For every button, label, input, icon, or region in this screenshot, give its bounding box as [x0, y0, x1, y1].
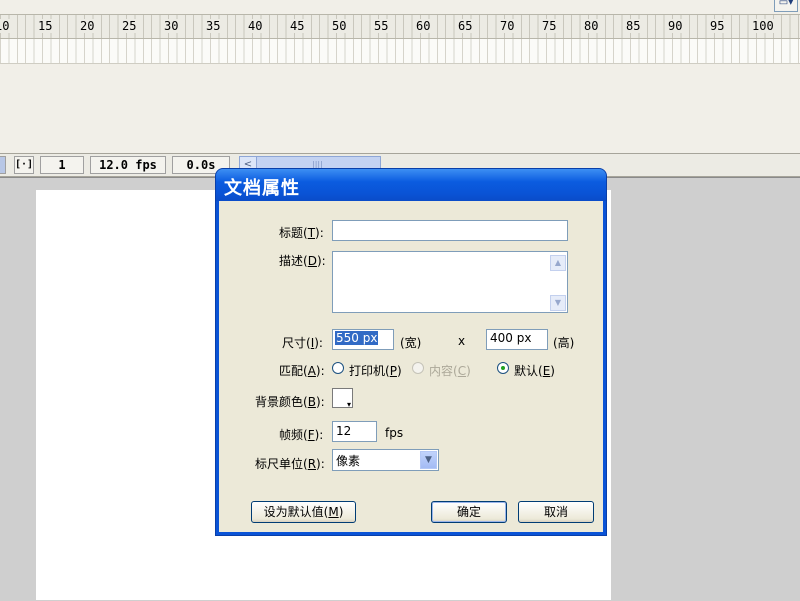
frame-track[interactable]: [0, 39, 800, 64]
framerate-label: 帧频(F):: [279, 428, 324, 442]
scroll-grip-icon: ||||: [312, 160, 323, 169]
timeline-panel: ▭▾ 10 15 20 25 30 35 40 45 50 55 60 65 7…: [0, 0, 800, 153]
scroll-down-icon[interactable]: ▼: [550, 295, 566, 311]
radio-default[interactable]: [497, 362, 509, 374]
height-input[interactable]: 400 px: [486, 329, 548, 350]
title-input[interactable]: [332, 220, 568, 241]
ruler-number: 60: [415, 19, 432, 33]
scroll-up-icon[interactable]: ▲: [550, 255, 566, 271]
ruler-number: 75: [541, 19, 558, 33]
ruler-number: 10: [0, 19, 11, 33]
bgcolor-label: 背景颜色(B):: [255, 395, 325, 409]
ruler-number: 45: [289, 19, 306, 33]
ruler-number: 40: [247, 19, 264, 33]
width-unit-label: (宽): [400, 336, 422, 350]
radio-default-label[interactable]: 默认(E): [514, 362, 555, 379]
ruler-number: 20: [79, 19, 96, 33]
description-label: 描述(D):: [279, 254, 326, 268]
radio-selected-dot: [501, 366, 505, 370]
title-label: 标题(T):: [279, 226, 324, 240]
description-textarea[interactable]: ▲ ▼: [332, 251, 568, 313]
ruler-number: 65: [457, 19, 474, 33]
radio-contents-label: 内容(C): [429, 364, 471, 378]
panel-menu-icon[interactable]: ▭▾: [774, 0, 798, 12]
ruler-number: 35: [205, 19, 222, 33]
ruler-number: 85: [625, 19, 642, 33]
cancel-button[interactable]: 取消: [518, 501, 594, 523]
ruler-number: 80: [583, 19, 600, 33]
ruler-number: 30: [163, 19, 180, 33]
document-properties-dialog: 文档属性 标题(T): 描述(D): ▲ ▼ 尺寸(I): 550 px (宽)…: [216, 169, 606, 535]
frame-ruler[interactable]: 10 15 20 25 30 35 40 45 50 55 60 65 70 7…: [0, 14, 800, 39]
dialog-titlebar[interactable]: 文档属性: [216, 169, 606, 201]
dropdown-arrow-icon: ▾: [346, 400, 351, 409]
ruler-number: 70: [499, 19, 516, 33]
ruler-number: 95: [709, 19, 726, 33]
radio-printer-label[interactable]: 打印机(P): [349, 362, 402, 379]
onion-skin-icon[interactable]: [·]: [14, 156, 34, 174]
current-frame: 1: [40, 156, 84, 174]
width-input[interactable]: 550 px: [332, 329, 394, 350]
ruler-units-label: 标尺单位(R):: [255, 457, 325, 471]
set-default-button[interactable]: 设为默认值(M): [251, 501, 356, 523]
ruler-number: 25: [121, 19, 138, 33]
radio-contents: [412, 362, 424, 374]
size-x-label: x: [458, 334, 466, 348]
framerate-unit: fps: [385, 426, 404, 440]
height-unit-label: (高): [553, 336, 575, 350]
chevron-down-icon[interactable]: ▼: [420, 451, 437, 469]
dialog-body: 标题(T): 描述(D): ▲ ▼ 尺寸(I): 550 px (宽) x 40…: [219, 201, 603, 532]
ruler-number: 15: [37, 19, 54, 33]
center-frame-icon[interactable]: [0, 156, 6, 174]
framerate-input[interactable]: 12: [332, 421, 377, 442]
radio-printer[interactable]: [332, 362, 344, 374]
ruler-number: 55: [373, 19, 390, 33]
match-label: 匹配(A):: [279, 364, 325, 378]
ruler-units-select[interactable]: 像素 ▼: [332, 449, 439, 471]
ok-button[interactable]: 确定: [431, 501, 507, 523]
ruler-number: 90: [667, 19, 684, 33]
ruler-number: 100: [751, 19, 775, 33]
size-label: 尺寸(I):: [282, 336, 323, 350]
ruler-number: 50: [331, 19, 348, 33]
frame-rate-display: 12.0 fps: [90, 156, 166, 174]
dialog-title: 文档属性: [224, 178, 300, 199]
bgcolor-swatch[interactable]: ▾: [332, 388, 353, 409]
